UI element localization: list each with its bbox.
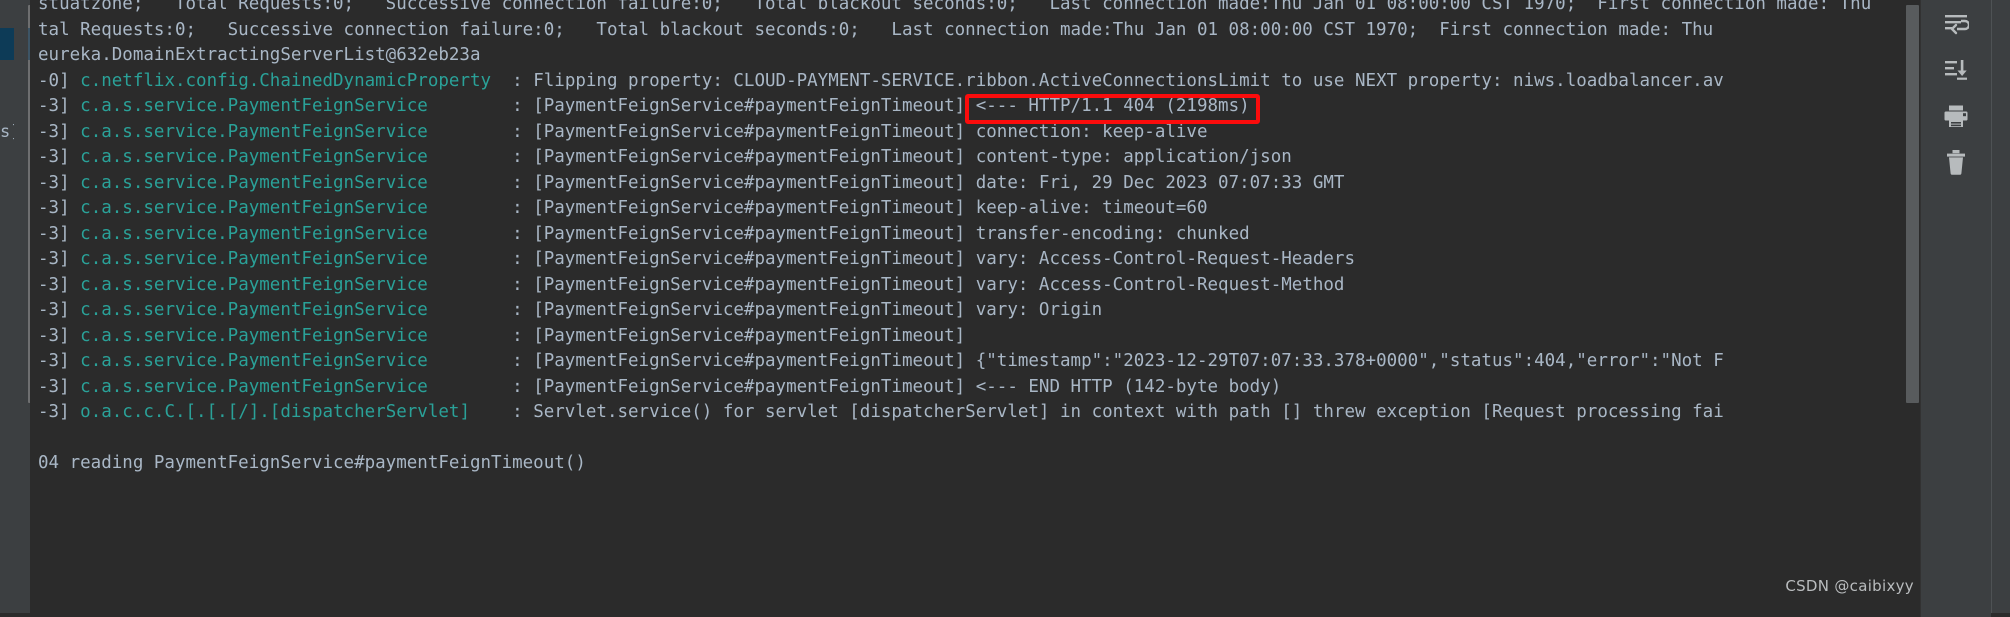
log-text: : Flipping property: CLOUD-PAYMENT-SERVI… bbox=[491, 70, 1724, 91]
console-output[interactable]: stuatzone; Total Requests:0; Successive … bbox=[30, 0, 1920, 613]
console-line: -3] c.a.s.service.PaymentFeignService : … bbox=[30, 171, 1871, 197]
console-line: -3] c.a.s.service.PaymentFeignService : … bbox=[30, 196, 1871, 222]
log-text: : [PaymentFeignService#paymentFeignTimeo… bbox=[427, 223, 1250, 244]
logger-name: c.a.s.service.PaymentFeignService bbox=[80, 376, 428, 397]
console-line: -3] c.a.s.service.PaymentFeignService : … bbox=[30, 324, 1871, 350]
soft-wrap-button[interactable] bbox=[1934, 4, 1978, 44]
logger-name: c.a.s.service.PaymentFeignService bbox=[80, 274, 428, 295]
soft-wrap-icon bbox=[1943, 13, 1969, 35]
log-text: : [PaymentFeignService#paymentFeignTimeo… bbox=[427, 351, 1724, 371]
log-text: -3] bbox=[38, 96, 81, 116]
logger-name: c.a.s.service.PaymentFeignService bbox=[80, 96, 428, 116]
logger-name: c.netflix.config.ChainedDynamicProperty bbox=[80, 70, 492, 91]
log-text: eureka.DomainExtractingServerList@632eb2… bbox=[38, 45, 481, 65]
log-text: : [PaymentFeignService#paymentFeignTimeo… bbox=[427, 376, 1282, 397]
console-line: tal Requests:0; Successive connection fa… bbox=[30, 18, 1871, 44]
log-text: : [PaymentFeignService#paymentFeignTimeo… bbox=[427, 274, 1345, 295]
console-line: -3] o.a.c.c.C.[.[.[/].[dispatcherServlet… bbox=[30, 400, 1871, 426]
logger-name: c.a.s.service.PaymentFeignService bbox=[80, 223, 428, 244]
console-line: -3] c.a.s.service.PaymentFeignService : … bbox=[30, 298, 1871, 324]
console-scrollbar-track[interactable] bbox=[1905, 0, 1920, 613]
log-text: -0] bbox=[38, 70, 81, 91]
scroll-to-end-icon bbox=[1943, 59, 1969, 81]
console-line: -3] c.a.s.service.PaymentFeignService : … bbox=[30, 375, 1871, 401]
logger-name: c.a.s.service.PaymentFeignService bbox=[80, 351, 428, 371]
print-button[interactable] bbox=[1934, 96, 1978, 136]
console-line: -3] c.a.s.service.PaymentFeignService : … bbox=[30, 222, 1871, 248]
window-right-edge bbox=[1991, 0, 2010, 613]
log-text: : [PaymentFeignService#paymentFeignTimeo… bbox=[427, 300, 1103, 320]
console-line: -3] c.a.s.service.PaymentFeignService : … bbox=[30, 94, 1871, 120]
log-text: -3] bbox=[38, 402, 81, 422]
logger-name: c.a.s.service.PaymentFeignService bbox=[80, 249, 428, 269]
log-text: : [PaymentFeignService#paymentFeignTimeo… bbox=[427, 147, 1292, 167]
logger-name: c.a.s.service.PaymentFeignService bbox=[80, 325, 428, 346]
log-text: stuatzone; Total Requests:0; Successive … bbox=[38, 0, 1872, 14]
log-text: -3] bbox=[38, 325, 81, 346]
console-toolbar bbox=[1920, 0, 1991, 617]
log-text: -3] bbox=[38, 376, 81, 397]
log-text: -3] bbox=[38, 172, 81, 193]
clear-all-button[interactable] bbox=[1934, 142, 1978, 182]
console-window: s] stuatzone; Total Requests:0; Successi… bbox=[0, 0, 2010, 617]
console-line: 04 reading PaymentFeignService#paymentFe… bbox=[30, 451, 1871, 477]
logger-name: o.a.c.c.C.[.[.[/].[dispatcherServlet] bbox=[80, 402, 470, 422]
console-line: -3] c.a.s.service.PaymentFeignService : … bbox=[30, 273, 1871, 299]
console-line: eureka.DomainExtractingServerList@632eb2… bbox=[30, 43, 1871, 69]
log-text: -3] bbox=[38, 223, 81, 244]
log-text: : Servlet.service() for servlet [dispatc… bbox=[469, 402, 1724, 422]
logger-name: c.a.s.service.PaymentFeignService bbox=[80, 198, 428, 218]
scroll-to-end-button[interactable] bbox=[1934, 50, 1978, 90]
console-line: stuatzone; Total Requests:0; Successive … bbox=[30, 0, 1871, 18]
log-text: -3] bbox=[38, 351, 81, 371]
log-text: : [PaymentFeignService#paymentFeignTimeo… bbox=[427, 121, 1208, 142]
log-text: -3] bbox=[38, 121, 81, 142]
log-text: -3] bbox=[38, 147, 81, 167]
console-line: -3] c.a.s.service.PaymentFeignService : … bbox=[30, 247, 1871, 273]
console-scrollbar-thumb[interactable] bbox=[1906, 5, 1919, 403]
log-text: : [PaymentFeignService#paymentFeignTimeo… bbox=[427, 249, 1356, 269]
log-text: -3] bbox=[38, 198, 81, 218]
log-text: : [PaymentFeignService#paymentFeignTimeo… bbox=[427, 198, 1208, 218]
log-text: tal Requests:0; Successive connection fa… bbox=[38, 19, 1714, 40]
gutter-selection-marker bbox=[0, 28, 14, 60]
log-text: : [PaymentFeignService#paymentFeignTimeo… bbox=[427, 96, 1250, 116]
console-line-list: stuatzone; Total Requests:0; Successive … bbox=[30, 0, 1871, 477]
console-line: -0] c.netflix.config.ChainedDynamicPrope… bbox=[30, 69, 1871, 95]
logger-name: c.a.s.service.PaymentFeignService bbox=[80, 147, 428, 167]
logger-name: c.a.s.service.PaymentFeignService bbox=[80, 300, 428, 320]
log-text: : [PaymentFeignService#paymentFeignTimeo… bbox=[427, 172, 1345, 193]
log-text: 04 reading PaymentFeignService#paymentFe… bbox=[38, 453, 586, 473]
console-line: -3] c.a.s.service.PaymentFeignService : … bbox=[30, 120, 1871, 146]
log-text: : [PaymentFeignService#paymentFeignTimeo… bbox=[427, 325, 966, 346]
trash-icon bbox=[1944, 149, 1968, 175]
left-gutter: s] bbox=[0, 0, 43, 613]
left-scrollbar-track[interactable] bbox=[14, 0, 43, 613]
print-icon bbox=[1943, 104, 1969, 128]
logger-name: c.a.s.service.PaymentFeignService bbox=[80, 121, 428, 142]
console-line: -3] c.a.s.service.PaymentFeignService : … bbox=[30, 145, 1871, 171]
watermark-text: CSDN @caibixyy bbox=[1785, 577, 1914, 595]
log-text: -3] bbox=[38, 249, 81, 269]
console-line: -3] c.a.s.service.PaymentFeignService : … bbox=[30, 349, 1871, 375]
log-text: -3] bbox=[38, 300, 81, 320]
logger-name: c.a.s.service.PaymentFeignService bbox=[80, 172, 428, 193]
log-text: -3] bbox=[38, 274, 81, 295]
